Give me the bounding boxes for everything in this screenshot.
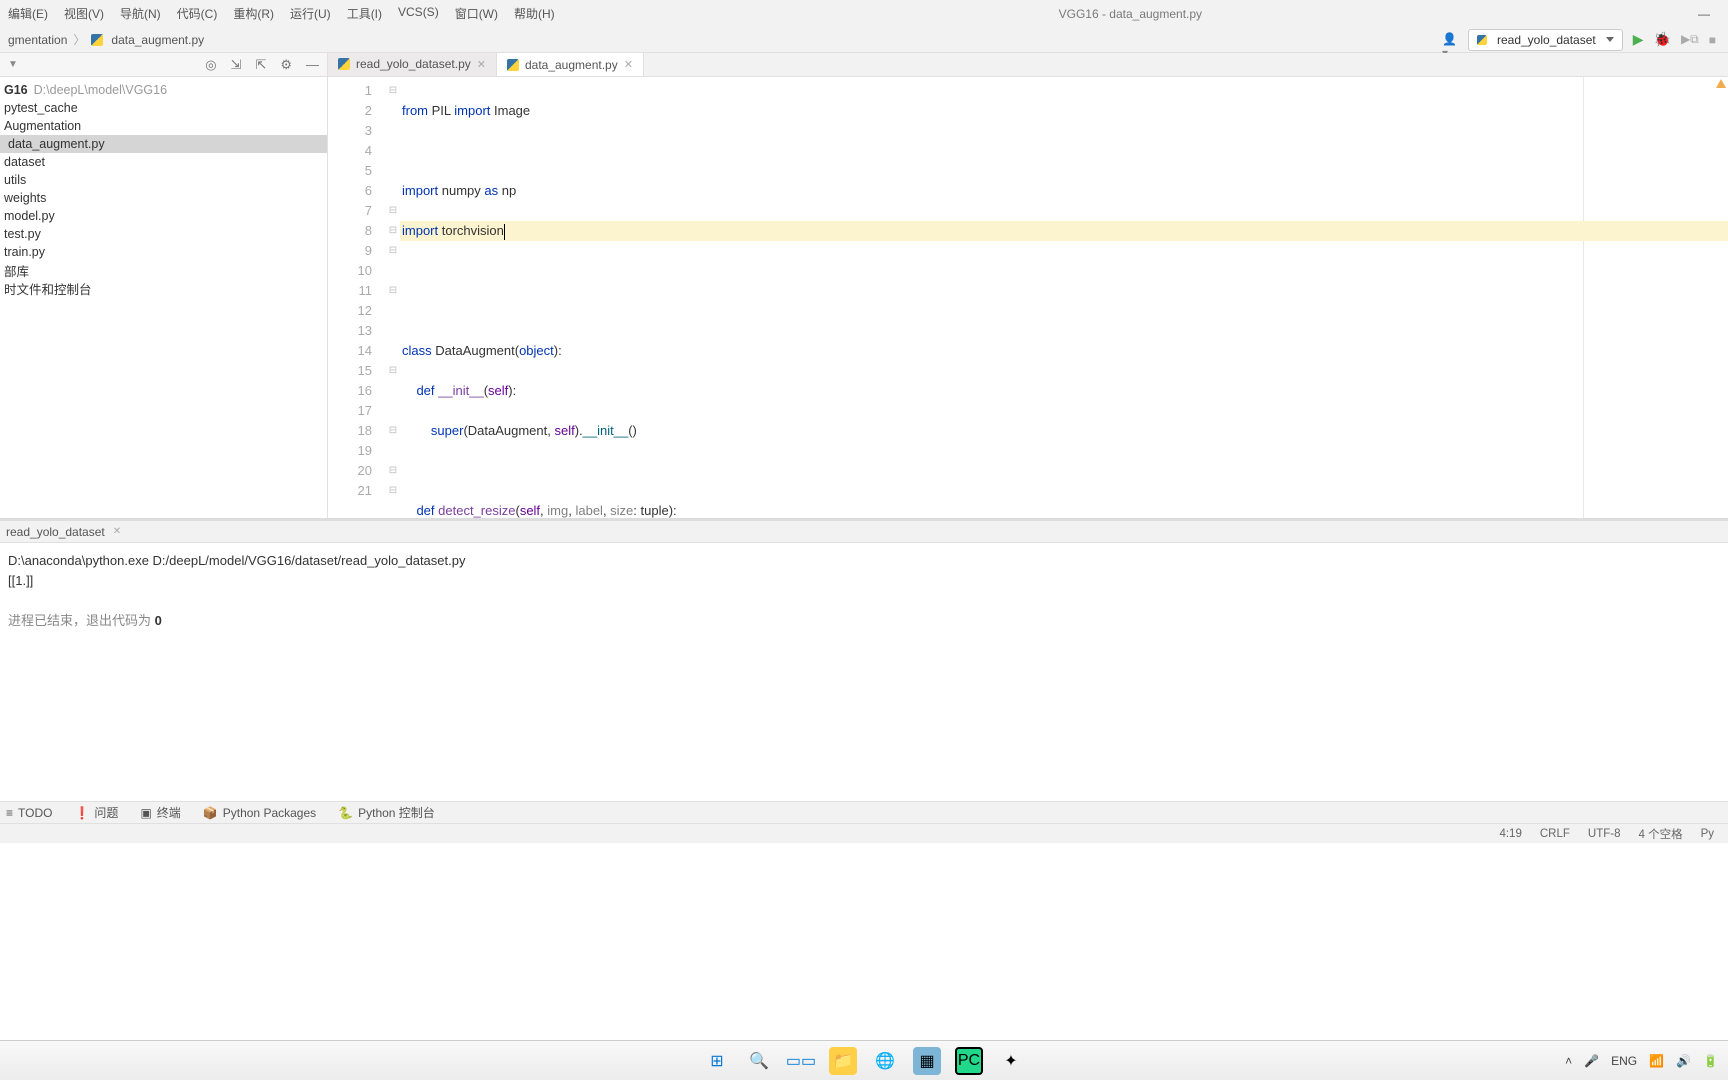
editor-tab-active[interactable]: data_augment.py✕ <box>497 53 644 77</box>
tree-item[interactable]: utils <box>0 171 327 189</box>
menu-edit[interactable]: 编辑(E) <box>0 1 56 26</box>
run-with-coverage-button[interactable]: ▶⧉ <box>1681 32 1699 47</box>
project-tree[interactable]: G16D:\deepL\model\VGG16 pytest_cache Aug… <box>0 77 327 297</box>
tree-item[interactable]: pytest_cache <box>0 99 327 117</box>
system-tray: ˄ 🎤 ENG 📶 🔊 🔋 <box>1565 1054 1718 1068</box>
tool-tab-python-packages[interactable]: 📦 Python Packages <box>203 806 316 820</box>
volume-icon[interactable]: 🔊 <box>1676 1054 1691 1068</box>
inspection-strip[interactable] <box>1716 77 1728 518</box>
chevron-right-icon: 〉 <box>73 31 85 48</box>
start-button[interactable]: ⊞ <box>703 1047 731 1075</box>
menu-tools[interactable]: 工具(I) <box>339 1 390 26</box>
window-title: VGG16 - data_augment.py <box>563 7 1698 21</box>
line-gutter: 123456789101112131415161718192021 <box>328 77 386 518</box>
project-tool-window: ▼ ◎ ⇲ ⇱ ⚙ — G16D:\deepL\model\VGG16 pyte… <box>0 53 328 518</box>
fold-column[interactable]: ⊟⊟⊟⊟⊟⊟⊟⊟⊟ <box>386 77 400 518</box>
battery-icon[interactable]: 🔋 <box>1703 1054 1718 1068</box>
mic-icon[interactable]: 🎤 <box>1584 1054 1599 1068</box>
menu-help[interactable]: 帮助(H) <box>506 1 563 26</box>
project-toolbar: ▼ ◎ ⇲ ⇱ ⚙ — <box>0 53 327 77</box>
stop-button[interactable]: ■ <box>1709 33 1716 47</box>
tree-item-selected[interactable]: data_augment.py <box>0 135 327 153</box>
app-icon-2[interactable]: ✦ <box>997 1047 1025 1075</box>
tree-item[interactable]: weights <box>0 189 327 207</box>
chrome-icon[interactable]: 🌐 <box>871 1047 899 1075</box>
code-with-me-icon[interactable]: 👤▾ <box>1442 32 1458 48</box>
tree-root[interactable]: G16D:\deepL\model\VGG16 <box>0 81 327 99</box>
pycharm-icon[interactable]: PC <box>955 1047 983 1075</box>
minimize-icon[interactable]: — <box>1698 7 1710 21</box>
expand-all-icon[interactable]: ⇲ <box>231 57 242 73</box>
editor-tab[interactable]: read_yolo_dataset.py✕ <box>328 53 497 76</box>
debug-button[interactable]: 🐞 <box>1654 31 1671 48</box>
caret <box>504 224 505 240</box>
tree-item[interactable]: test.py <box>0 225 327 243</box>
console-output[interactable]: D:\anaconda\python.exe D:/deepL/model/VG… <box>0 543 1728 801</box>
close-icon[interactable]: ✕ <box>624 58 633 71</box>
python-file-icon <box>1477 35 1487 45</box>
search-icon[interactable]: 🔍 <box>745 1047 773 1075</box>
python-file-icon <box>507 59 519 71</box>
indent-info[interactable]: 4 个空格 <box>1638 826 1682 842</box>
close-icon[interactable]: ✕ <box>477 58 486 71</box>
interpreter-info[interactable]: Py <box>1701 828 1714 840</box>
python-file-icon <box>91 34 103 46</box>
tree-item[interactable]: 时文件和控制台 <box>0 279 327 297</box>
code-text[interactable]: from PIL import Image import numpy as np… <box>400 77 1728 518</box>
editor-tabs: read_yolo_dataset.py✕ data_augment.py✕ <box>328 53 1728 77</box>
run-tab[interactable]: read_yolo_dataset✕ <box>0 521 1728 543</box>
menu-code[interactable]: 代码(C) <box>169 1 226 26</box>
close-icon[interactable]: ✕ <box>113 526 121 537</box>
breadcrumb-item[interactable]: gmentation <box>4 33 71 47</box>
hide-icon[interactable]: — <box>306 57 319 72</box>
target-icon[interactable]: ◎ <box>205 57 216 73</box>
navigation-bar: gmentation 〉 data_augment.py 👤▾ read_yol… <box>0 27 1728 53</box>
gear-icon[interactable]: ⚙ <box>280 57 292 73</box>
tree-item[interactable]: model.py <box>0 207 327 225</box>
file-encoding[interactable]: UTF-8 <box>1588 828 1621 840</box>
tree-item[interactable]: Augmentation <box>0 117 327 135</box>
caret-position[interactable]: 4:19 <box>1499 828 1521 840</box>
code-area[interactable]: 123456789101112131415161718192021 ⊟⊟⊟⊟⊟⊟… <box>328 77 1728 518</box>
menu-refactor[interactable]: 重构(R) <box>225 1 282 26</box>
console-line: D:\anaconda\python.exe D:/deepL/model/VG… <box>8 551 1720 571</box>
status-bar: 4:19 CRLF UTF-8 4 个空格 Py <box>0 823 1728 843</box>
menu-window[interactable]: 窗口(W) <box>447 1 506 26</box>
wifi-icon[interactable]: 📶 <box>1649 1054 1664 1068</box>
menu-navigate[interactable]: 导航(N) <box>112 1 169 26</box>
tree-item[interactable]: train.py <box>0 243 327 261</box>
task-view-icon[interactable]: ▭▭ <box>787 1047 815 1075</box>
python-file-icon <box>338 58 350 70</box>
bottom-tool-tabs: ≡ TODO ❗ 问题 ▣ 终端 📦 Python Packages 🐍 Pyt… <box>0 801 1728 823</box>
editor: read_yolo_dataset.py✕ data_augment.py✕ 1… <box>328 53 1728 518</box>
app-icon[interactable]: ▦ <box>913 1047 941 1075</box>
tool-tab-terminal[interactable]: ▣ 终端 <box>140 804 180 821</box>
run-config-label: read_yolo_dataset <box>1497 33 1596 47</box>
chevron-up-icon[interactable]: ˄ <box>1565 1054 1572 1068</box>
tool-tab-problems[interactable]: ❗ 问题 <box>74 804 118 821</box>
ime-indicator[interactable]: ENG <box>1611 1054 1637 1068</box>
menu-vcs[interactable]: VCS(S) <box>390 1 447 26</box>
tree-item[interactable]: 部库 <box>0 261 327 279</box>
windows-taskbar: ⊞ 🔍 ▭▭ 📁 🌐 ▦ PC ✦ ˄ 🎤 ENG 📶 🔊 🔋 <box>0 1040 1728 1080</box>
run-config-dropdown[interactable]: read_yolo_dataset <box>1468 29 1623 51</box>
warning-icon[interactable] <box>1716 79 1726 88</box>
menu-view[interactable]: 视图(V) <box>56 1 112 26</box>
main-menu: 编辑(E) 视图(V) 导航(N) 代码(C) 重构(R) 运行(U) 工具(I… <box>0 1 563 26</box>
tool-tab-todo[interactable]: ≡ TODO <box>6 806 52 820</box>
title-bar: 编辑(E) 视图(V) 导航(N) 代码(C) 重构(R) 运行(U) 工具(I… <box>0 0 1728 27</box>
console-line: [[1.]] <box>8 571 1720 591</box>
tool-tab-python-console[interactable]: 🐍 Python 控制台 <box>338 804 435 821</box>
collapse-all-icon[interactable]: ⇱ <box>255 57 266 73</box>
breadcrumb-item[interactable]: data_augment.py <box>87 33 208 47</box>
select-opened-file-icon[interactable]: ▼ <box>8 59 18 70</box>
run-button[interactable]: ▶ <box>1633 31 1644 48</box>
chevron-down-icon <box>1606 37 1614 42</box>
file-explorer-icon[interactable]: 📁 <box>829 1047 857 1075</box>
console-exit: 进程已结束，退出代码为 0 <box>8 611 1720 631</box>
line-separator[interactable]: CRLF <box>1540 828 1570 840</box>
run-tool-window: read_yolo_dataset✕ D:\anaconda\python.ex… <box>0 518 1728 801</box>
menu-run[interactable]: 运行(U) <box>282 1 339 26</box>
tree-item[interactable]: dataset <box>0 153 327 171</box>
